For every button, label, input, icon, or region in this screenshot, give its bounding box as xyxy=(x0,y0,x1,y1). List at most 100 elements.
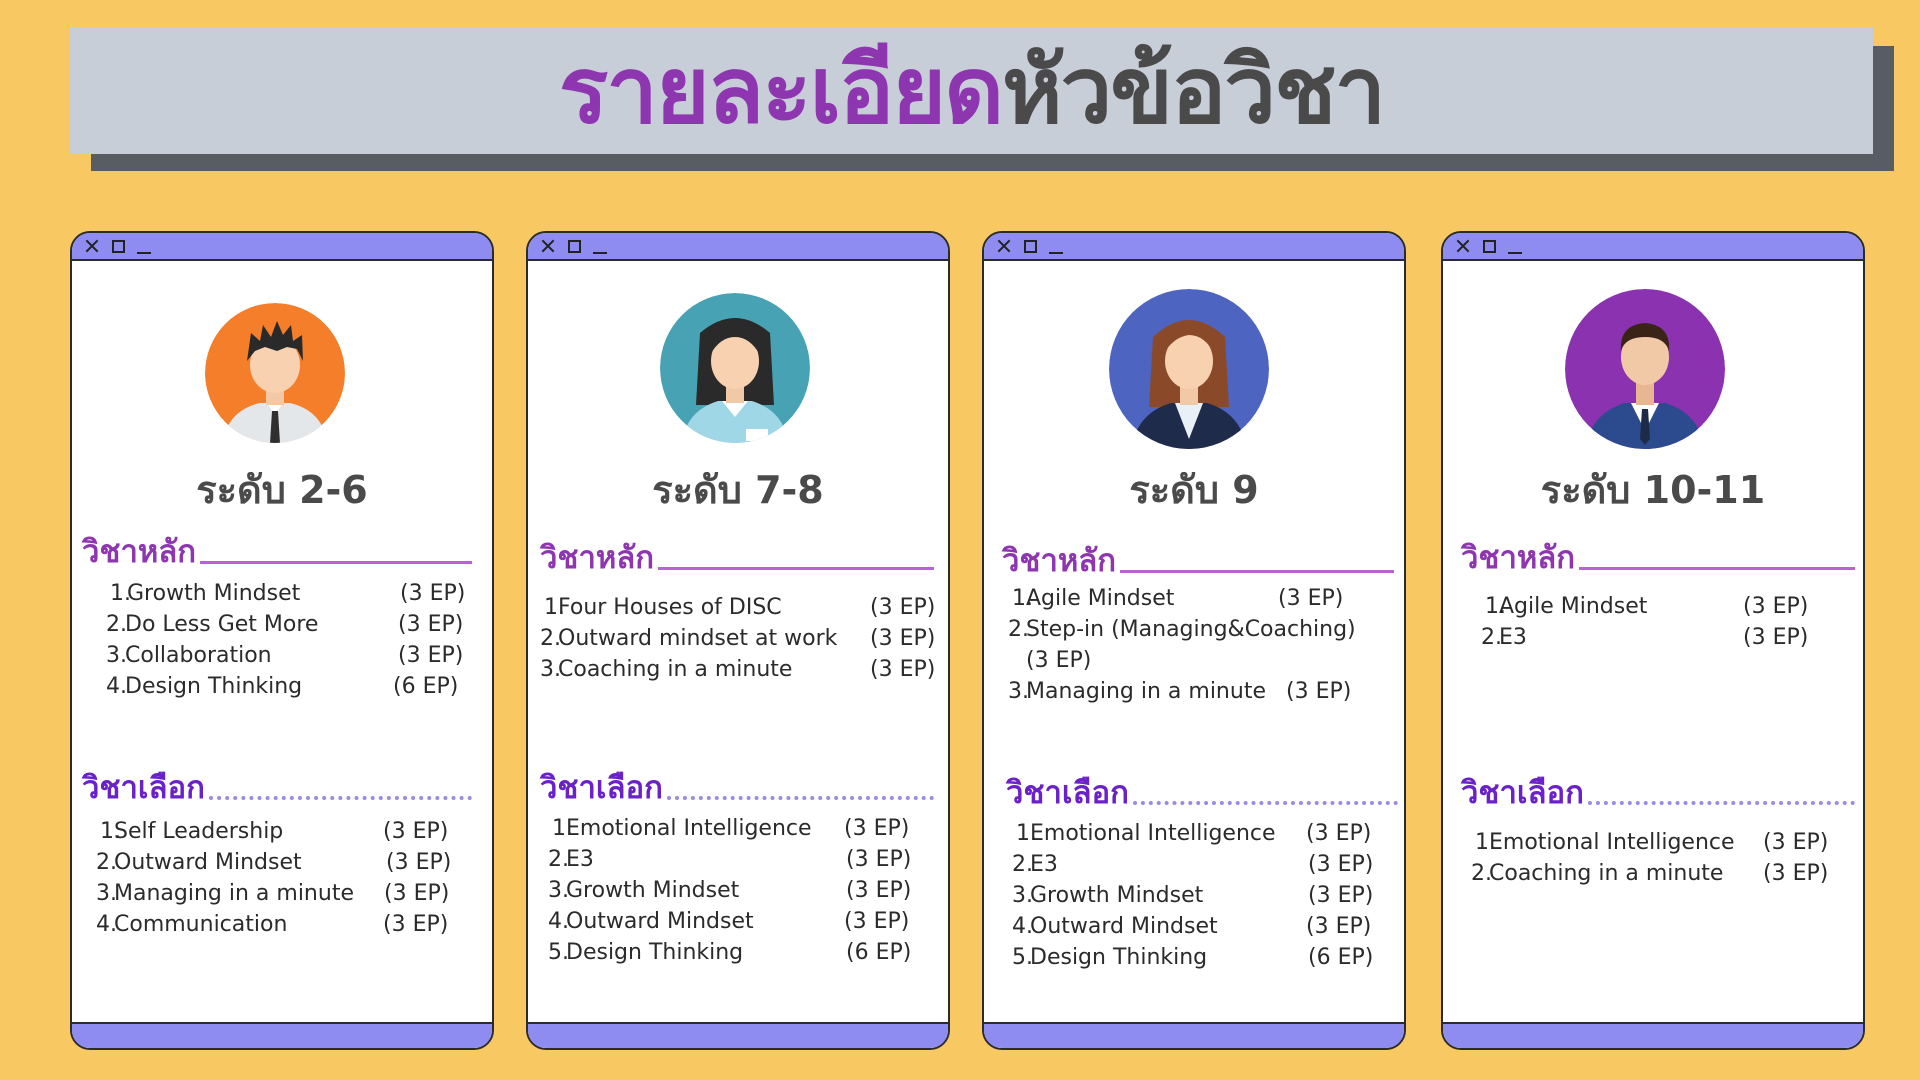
window-titlebar xyxy=(984,233,1404,261)
course-name: Managing in a minute xyxy=(114,881,354,906)
window-footer-bar xyxy=(1443,1022,1863,1048)
close-icon[interactable] xyxy=(996,238,1012,254)
list-item: 4. Design Thinking (6 EP) xyxy=(106,671,470,702)
course-name: E3 xyxy=(566,847,594,872)
list-item: 1. Four Houses of DISC (3 EP) xyxy=(540,592,945,623)
list-item: 2. Coaching in a minute (3 EP) xyxy=(1471,858,1856,889)
businesswoman-avatar-icon xyxy=(1109,289,1269,449)
core-divider xyxy=(200,561,472,564)
young-man-avatar-icon xyxy=(205,303,345,443)
course-name: Emotional Intelligence xyxy=(566,816,812,841)
course-name: E3 xyxy=(1499,625,1527,650)
list-item: 1. Emotional Intelligence (3 EP) xyxy=(1012,818,1392,849)
close-icon[interactable] xyxy=(84,238,100,254)
window-footer-bar xyxy=(528,1022,948,1048)
core-courses-header: วิชาหลัก xyxy=(1002,546,1394,577)
close-icon[interactable] xyxy=(540,238,556,254)
ep-count: (3 EP) xyxy=(1306,821,1372,846)
course-name: Collaboration xyxy=(125,643,272,668)
ep-count: (6 EP) xyxy=(1308,945,1374,970)
ep-count: (3 EP) xyxy=(1763,861,1829,886)
core-divider xyxy=(1579,567,1855,570)
title-banner: รายละเอียดหัวข้อวิชา xyxy=(70,27,1873,154)
list-item: 3. Managing in a minute (3 EP) xyxy=(1008,676,1403,707)
elective-divider xyxy=(208,796,472,800)
course-name: Agile Mindset xyxy=(1026,586,1175,611)
core-courses-header: วิชาหลัก xyxy=(82,537,472,568)
list-item: 3. Growth Mindset (3 EP) xyxy=(1012,880,1392,911)
course-name: E3 xyxy=(1030,852,1058,877)
list-item: 2. Outward mindset at work (3 EP) xyxy=(540,623,945,654)
list-item: 1. Agile Mindset (3 EP) xyxy=(1481,591,1841,622)
ep-count: (3 EP) xyxy=(400,581,466,606)
page-title-highlight: รายละเอียด xyxy=(558,36,1004,144)
ep-count: (3 EP) xyxy=(870,626,936,651)
course-card-level-9: ระดับ 9 วิชาหลัก 1. Agile Mindset (3 EP) 2… xyxy=(982,231,1406,1050)
course-name: Outward Mindset xyxy=(1030,914,1218,939)
minimize-icon[interactable] xyxy=(1049,238,1065,254)
course-name: Agile Mindset xyxy=(1499,594,1648,619)
ep-count: (6 EP) xyxy=(393,674,459,699)
ep-count: (3 EP) xyxy=(383,819,449,844)
course-name: Design Thinking xyxy=(566,940,744,965)
course-name: Design Thinking xyxy=(1030,945,1208,970)
businessman-avatar-icon xyxy=(1565,289,1725,449)
elective-divider xyxy=(666,796,934,800)
elective-divider xyxy=(1587,801,1855,805)
page-title-rest: หัวข้อวิชา xyxy=(1001,36,1386,144)
level-label: ระดับ 7-8 xyxy=(652,468,824,512)
close-icon[interactable] xyxy=(1455,238,1471,254)
core-courses-header: วิชาหลัก xyxy=(1461,543,1855,574)
ep-count: (3 EP) xyxy=(398,643,464,668)
ep-count: (3 EP) xyxy=(1743,625,1809,650)
list-item: 1. Growth Mindset (3 EP) xyxy=(110,578,470,609)
ep-count: (3 EP) xyxy=(846,878,912,903)
list-item: 2. E3 (3 EP) xyxy=(548,844,928,875)
list-item: 2. Do Less Get More (3 EP) xyxy=(106,609,470,640)
elective-courses-header: วิชาเลือก xyxy=(1461,778,1855,809)
maximize-icon[interactable] xyxy=(1483,239,1496,253)
minimize-icon[interactable] xyxy=(137,238,153,254)
course-name: Step-in (Managing&Coaching) xyxy=(1026,617,1356,642)
core-divider xyxy=(658,567,934,570)
ep-count: (3 EP) xyxy=(1743,594,1809,619)
elective-courses-title: วิชาเลือก xyxy=(1461,775,1584,811)
window-titlebar xyxy=(528,233,948,261)
course-name: Growth Mindset xyxy=(1030,883,1204,908)
elective-courses-title: วิชาเลือก xyxy=(540,770,663,806)
list-item: 2. Outward Mindset (3 EP) xyxy=(96,847,466,878)
list-item: 2. E3 (3 EP) xyxy=(1481,622,1841,653)
list-item: 2. E3 (3 EP) xyxy=(1012,849,1392,880)
ep-count: (3 EP) xyxy=(398,612,464,637)
course-name: Coaching in a minute xyxy=(558,657,793,682)
list-item: 4. Outward Mindset (3 EP) xyxy=(1012,911,1392,942)
ep-count: (3 EP) xyxy=(1306,914,1372,939)
list-item: 2. Step-in (Managing&Coaching) (3 EP) xyxy=(1008,614,1403,676)
level-label: ระดับ 10-11 xyxy=(1540,468,1766,512)
ep-count: (6 EP) xyxy=(846,940,912,965)
ep-count: (3 EP) xyxy=(1286,679,1352,704)
elective-courses-title: วิชาเลือก xyxy=(1006,775,1129,811)
ep-count: (3 EP) xyxy=(844,816,910,841)
course-name: Design Thinking xyxy=(125,674,303,699)
level-label: ระดับ 9 xyxy=(1129,468,1259,512)
elective-courses-title: วิชาเลือก xyxy=(82,770,205,806)
course-name: Growth Mindset xyxy=(127,581,301,606)
maximize-icon[interactable] xyxy=(1024,239,1037,253)
list-item: 1. Agile Mindset (3 EP) xyxy=(1008,583,1403,614)
window-titlebar xyxy=(1443,233,1863,261)
list-item: 5. Design Thinking (6 EP) xyxy=(1012,942,1392,973)
course-name: Four Houses of DISC xyxy=(558,595,782,620)
list-item: 3. Managing in a minute (3 EP) xyxy=(96,878,466,909)
minimize-icon[interactable] xyxy=(1508,238,1524,254)
course-name: Coaching in a minute xyxy=(1489,861,1724,886)
ep-count: (3 EP) xyxy=(846,847,912,872)
item-number: 2. xyxy=(106,612,127,637)
maximize-icon[interactable] xyxy=(112,239,125,253)
core-course-list: 1. Growth Mindset (3 EP) 2. Do Less Get Mor… xyxy=(106,578,470,702)
ep-count: (3 EP) xyxy=(386,850,452,875)
window-titlebar xyxy=(72,233,492,261)
core-courses-title: วิชาหลัก xyxy=(540,540,655,576)
minimize-icon[interactable] xyxy=(593,238,609,254)
maximize-icon[interactable] xyxy=(568,239,581,253)
